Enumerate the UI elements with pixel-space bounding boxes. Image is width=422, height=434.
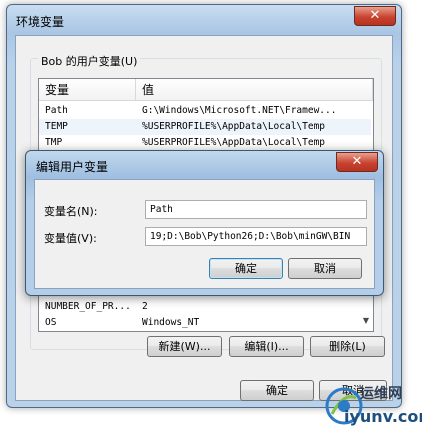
- scroll-down-arrow-icon[interactable]: ▼: [359, 313, 373, 329]
- variable-value-field[interactable]: 19;D:\Bob\Python26;D:\Bob\minGW\BIN: [145, 227, 367, 246]
- user-variables-label: Bob 的用户变量(U): [38, 53, 141, 69]
- dialog-title: 编辑用户变量: [36, 160, 109, 174]
- variable-name-field[interactable]: Path: [145, 200, 367, 219]
- watermark-text: 运维网: [360, 386, 402, 402]
- variable-value: G:\Windows\Microsoft.NET\Framew...: [142, 105, 337, 116]
- dialog-ok-button[interactable]: 确定: [209, 258, 283, 279]
- variable-name-label: 变量名(N):: [44, 205, 98, 218]
- variable-value: %USERPROFILE%\AppData\Local\Temp: [142, 121, 326, 132]
- ok-button[interactable]: 确定: [240, 380, 314, 401]
- edit-button[interactable]: 编辑(I)...: [229, 336, 304, 357]
- dialog-close-button[interactable]: ✕: [336, 152, 378, 172]
- new-button[interactable]: 新建(W)...: [147, 336, 222, 357]
- variable-value: 2: [142, 301, 148, 312]
- column-header-value[interactable]: 值: [136, 79, 373, 101]
- table-row[interactable]: Path G:\Windows\Microsoft.NET\Framew...: [39, 103, 371, 119]
- dialog-client-area: 变量名(N): Path 变量值(V): 19;D:\Bob\Python26;…: [34, 179, 375, 289]
- window-title: 环境变量: [16, 15, 65, 29]
- delete-button[interactable]: 删除(L): [310, 336, 385, 357]
- table-row[interactable]: TEMP %USERPROFILE%\AppData\Local\Temp: [39, 119, 371, 135]
- table-row[interactable]: OS Windows_NT: [39, 315, 371, 331]
- variable-value-label: 变量值(V):: [44, 232, 97, 245]
- variable-name: NUMBER_OF_PR...: [45, 301, 131, 312]
- variable-name: TEMP: [45, 121, 68, 132]
- column-header-variable[interactable]: 变量: [39, 79, 136, 101]
- watermark-domain: iyunv.com: [344, 407, 422, 426]
- variable-name: OS: [45, 317, 57, 328]
- table-row[interactable]: NUMBER_OF_PR... 2: [39, 299, 371, 315]
- dialog-cancel-button[interactable]: 取消: [288, 258, 362, 279]
- variable-name: Path: [45, 105, 68, 116]
- variable-value: %USERPROFILE%\AppData\Local\Temp: [142, 137, 326, 148]
- table-row[interactable]: TMP %USERPROFILE%\AppData\Local\Temp: [39, 135, 371, 151]
- variable-value: Windows_NT: [142, 317, 200, 328]
- edit-user-variable-dialog: 编辑用户变量 ✕ 变量名(N): Path 变量值(V): 19;D:\Bob\…: [25, 150, 384, 296]
- close-button[interactable]: ✕: [354, 6, 396, 26]
- variable-name: TMP: [45, 137, 63, 148]
